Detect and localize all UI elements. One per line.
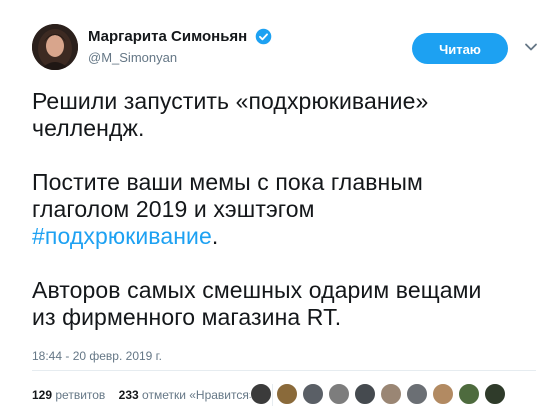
tweet-line: .	[211, 223, 219, 249]
tweet-header: Маргарита Симоньян @M_Simonyan Читаю	[32, 24, 542, 76]
tweet-line: Постите ваши мемы с пока главным	[32, 169, 423, 195]
tweet-stats: 129 ретвитов 233 отметки «Нравится»	[32, 378, 273, 412]
liker-avatar[interactable]	[354, 383, 376, 405]
tweet-line: Авторов самых смешных одарим вещами	[32, 277, 482, 303]
author-names: Маргарита Симоньян @M_Simonyan	[88, 28, 272, 65]
tweet-timestamp[interactable]: 18:44 - 20 февр. 2019 г.	[32, 349, 162, 363]
liker-avatar[interactable]	[380, 383, 402, 405]
tweet-paragraph-1: Решили запустить «подхрюкивание» челленд…	[32, 88, 532, 142]
stats-separator	[272, 384, 273, 406]
chevron-down-icon[interactable]	[524, 40, 538, 54]
divider	[32, 370, 536, 371]
likes-stat[interactable]: 233 отметки «Нравится»	[119, 388, 256, 402]
liker-avatar[interactable]	[328, 383, 350, 405]
liker-avatar[interactable]	[276, 383, 298, 405]
retweets-stat[interactable]: 129 ретвитов	[32, 388, 105, 402]
retweets-count: 129	[32, 388, 53, 402]
liker-avatar[interactable]	[484, 383, 506, 405]
tweet-paragraph-2: Постите ваши мемы с пока главным глаголо…	[32, 169, 532, 250]
tweet-line: глаголом 2019 и хэштэгом	[32, 196, 315, 222]
following-button[interactable]: Читаю	[412, 33, 508, 64]
liker-avatar[interactable]	[458, 383, 480, 405]
likes-label: отметки «Нравится»	[142, 388, 256, 402]
liker-avatar[interactable]	[406, 383, 428, 405]
retweets-label: ретвитов	[55, 388, 106, 402]
tweet-line: из фирменного магазина RT.	[32, 304, 342, 330]
author-avatar[interactable]	[32, 24, 78, 70]
liker-avatar[interactable]	[302, 383, 324, 405]
hashtag-link[interactable]: #подхрюкивание	[32, 223, 212, 249]
verified-badge-icon	[255, 28, 271, 45]
tweet-line: челлендж.	[32, 115, 145, 141]
author-handle[interactable]: @M_Simonyan	[88, 50, 272, 65]
tweet-text: Решили запустить «подхрюкивание» челленд…	[32, 88, 532, 331]
profile-photo-avatar-icon	[32, 24, 78, 70]
likes-count: 233	[118, 388, 139, 402]
liker-avatar[interactable]	[432, 383, 454, 405]
tweet-card: Маргарита Симоньян @M_Simonyan Читаю Реш…	[0, 0, 552, 418]
tweet-line: Решили запустить «подхрюкивание»	[32, 88, 429, 114]
liker-avatar[interactable]	[250, 383, 272, 405]
tweet-paragraph-3: Авторов самых смешных одарим вещами из ф…	[32, 277, 532, 331]
author-display-name[interactable]: Маргарита Симоньян	[88, 28, 247, 45]
